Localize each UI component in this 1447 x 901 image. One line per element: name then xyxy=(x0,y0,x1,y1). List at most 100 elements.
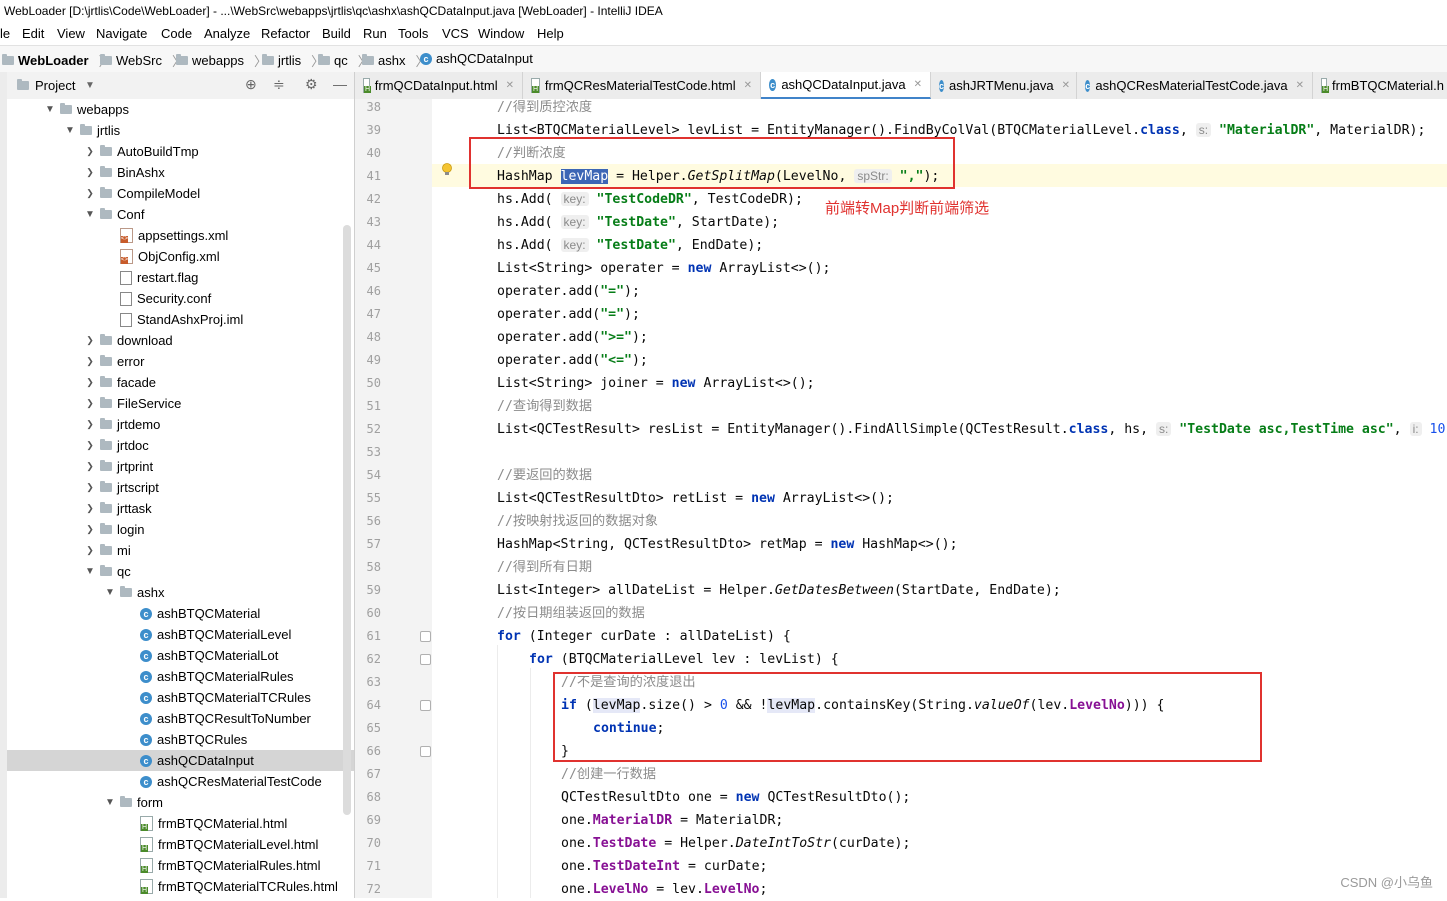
code-line[interactable]: //要返回的数据 xyxy=(497,464,592,487)
code-line[interactable]: operater.add("="); xyxy=(497,303,640,326)
code-line[interactable]: hs.Add( key: "TestCodeDR", TestCodeDR); xyxy=(497,188,803,211)
tree-item[interactable]: ❯ jrtscript xyxy=(7,477,354,498)
menu-tools[interactable]: Tools xyxy=(398,26,428,41)
chevron-right-icon[interactable]: ❯ xyxy=(83,461,97,472)
tab-frmbtqcmaterial[interactable]: frmBTQCMaterial.h xyxy=(1313,72,1447,99)
code-line[interactable]: List<QCTestResult> resList = EntityManag… xyxy=(497,418,1445,441)
menu-navigate[interactable]: Navigate xyxy=(96,26,147,41)
tree-item[interactable]: ▼ ashx xyxy=(7,582,354,603)
tree-item[interactable]: ❯ CompileModel xyxy=(7,183,354,204)
menu-vcs[interactable]: VCS xyxy=(442,26,469,41)
collapse-all-icon[interactable]: ≑ xyxy=(273,76,285,93)
breadcrumb-item-webloader[interactable]: WebLoader〉 xyxy=(2,51,112,70)
tree-item[interactable]: c ashQCDataInput xyxy=(7,750,354,771)
tree-item[interactable]: c ashBTQCMaterialLot xyxy=(7,645,354,666)
menu-file[interactable]: le xyxy=(0,26,10,41)
tree-item[interactable]: frmBTQCMaterialRules.html xyxy=(7,855,354,876)
code-line[interactable]: List<String> operater = new ArrayList<>(… xyxy=(497,257,830,280)
chevron-down-icon[interactable]: ▼ xyxy=(83,566,97,577)
close-icon[interactable]: ✕ xyxy=(1062,80,1070,91)
chevron-down-icon[interactable]: ▼ xyxy=(103,587,117,598)
tree-item[interactable]: c ashBTQCMaterialLevel xyxy=(7,624,354,645)
menu-window[interactable]: Window xyxy=(478,26,524,41)
code-line[interactable]: //查询得到数据 xyxy=(497,395,592,418)
code-line[interactable]: hs.Add( key: "TestDate", EndDate); xyxy=(497,234,763,257)
tree-item[interactable]: ❯ facade xyxy=(7,372,354,393)
tab-ashqcdatainput[interactable]: c ashQCDataInput.java ✕ xyxy=(761,72,931,99)
menu-edit[interactable]: Edit xyxy=(22,26,44,41)
chevron-right-icon[interactable]: ❯ xyxy=(83,440,97,451)
chevron-right-icon[interactable]: ❯ xyxy=(83,356,97,367)
menu-help[interactable]: Help xyxy=(537,26,564,41)
target-icon[interactable]: ⊕ xyxy=(245,76,257,93)
tab-ashqcresmaterialtestcode[interactable]: c ashQCResMaterialTestCode.java ✕ xyxy=(1077,72,1313,99)
tree-item[interactable]: ❯ jrtprint xyxy=(7,456,354,477)
menu-code[interactable]: Code xyxy=(161,26,192,41)
tree-item[interactable]: ▼ qc xyxy=(7,561,354,582)
tree-item[interactable]: c ashBTQCResultToNumber xyxy=(7,708,354,729)
tree-item[interactable]: frmBTQCMaterialLevel.html xyxy=(7,834,354,855)
code-line[interactable]: List<String> joiner = new ArrayList<>(); xyxy=(497,372,815,395)
tree-item[interactable]: ObjConfig.xml xyxy=(7,246,354,267)
tree-item[interactable]: ▼ jrtlis xyxy=(7,120,354,141)
chevron-right-icon[interactable]: ❯ xyxy=(83,335,97,346)
fold-marker-icon[interactable] xyxy=(420,746,431,757)
chevron-right-icon[interactable]: ❯ xyxy=(83,419,97,430)
chevron-right-icon[interactable]: ❯ xyxy=(83,503,97,514)
chevron-right-icon[interactable]: ❯ xyxy=(83,398,97,409)
tree-item[interactable]: c ashBTQCRules xyxy=(7,729,354,750)
breadcrumb-item-webapps[interactable]: webapps 〉 xyxy=(176,51,267,70)
tree-item[interactable]: Security.conf xyxy=(7,288,354,309)
code-line[interactable]: //按日期组装返回的数据 xyxy=(497,602,645,625)
code-line[interactable]: for (BTQCMaterialLevel lev : levList) { xyxy=(529,648,839,671)
menu-build[interactable]: Build xyxy=(322,26,351,41)
breadcrumb-item-jrtlis[interactable]: jrtlis〉 xyxy=(262,51,324,70)
project-panel-title[interactable]: Project xyxy=(35,78,75,93)
menu-run[interactable]: Run xyxy=(363,26,387,41)
code-line[interactable]: //创建一行数据 xyxy=(561,763,656,786)
tree-item[interactable]: ▼ form xyxy=(7,792,354,813)
tree-item[interactable]: frmBTQCMaterialTCRules.html xyxy=(7,876,354,897)
tree-item[interactable]: ❯ jrtdoc xyxy=(7,435,354,456)
tree-item[interactable]: ▼ webapps xyxy=(7,99,354,120)
code-line[interactable]: one.MaterialDR = MaterialDR; xyxy=(561,809,783,832)
close-icon[interactable]: ✕ xyxy=(914,79,922,90)
tree-scrollbar[interactable] xyxy=(343,225,351,815)
tree-item[interactable]: ❯ jrttask xyxy=(7,498,354,519)
tree-item[interactable]: appsettings.xml xyxy=(7,225,354,246)
code-line[interactable]: List<Integer> allDateList = Helper.GetDa… xyxy=(497,579,1061,602)
chevron-down-icon[interactable]: ▼ xyxy=(83,209,97,220)
code-line[interactable]: operater.add("="); xyxy=(497,280,640,303)
tab-frmqcresmaterialtestcode[interactable]: frmQCResMaterialTestCode.html✕ xyxy=(523,72,761,99)
code-line[interactable]: hs.Add( key: "TestDate", StartDate); xyxy=(497,211,779,234)
tree-item[interactable]: frmBTQCMaterial.html xyxy=(7,813,354,834)
tab-ashjrtmenu[interactable]: c ashJRTMenu.java ✕ xyxy=(931,72,1077,99)
close-icon[interactable]: ✕ xyxy=(1296,80,1304,91)
breadcrumb-item-websrc[interactable]: WebSrc〉 xyxy=(100,51,185,70)
tab-frmqcdatainput[interactable]: frmQCDataInput.html✕ xyxy=(355,72,523,99)
chevron-right-icon[interactable]: ❯ xyxy=(83,545,97,556)
chevron-right-icon[interactable]: ❯ xyxy=(83,167,97,178)
menu-refactor[interactable]: Refactor xyxy=(261,26,310,41)
code-line[interactable]: one.TestDateInt = curDate; xyxy=(561,855,767,878)
code-line[interactable]: one.TestDate = Helper.DateIntToStr(curDa… xyxy=(561,832,910,855)
chevron-right-icon[interactable]: ❯ xyxy=(83,188,97,199)
code-line[interactable]: //按映射找返回的数据对象 xyxy=(497,510,658,533)
tree-item[interactable]: ❯ download xyxy=(7,330,354,351)
code-line[interactable]: //得到所有日期 xyxy=(497,556,592,579)
menu-analyze[interactable]: Analyze xyxy=(204,26,250,41)
code-line[interactable]: //得到质控浓度 xyxy=(497,96,592,119)
close-icon[interactable]: ✕ xyxy=(506,80,514,91)
fold-marker-icon[interactable] xyxy=(420,700,431,711)
tree-item[interactable]: c ashBTQCMaterialTCRules xyxy=(7,687,354,708)
lightbulb-icon[interactable] xyxy=(441,163,453,177)
tree-item[interactable]: ▼ Conf xyxy=(7,204,354,225)
code-line[interactable]: operater.add("<="); xyxy=(497,349,648,372)
chevron-right-icon[interactable]: ❯ xyxy=(83,377,97,388)
tree-item[interactable]: ❯ BinAshx xyxy=(7,162,354,183)
menu-view[interactable]: View xyxy=(57,26,85,41)
tree-item[interactable]: c ashBTQCMaterial xyxy=(7,603,354,624)
tree-item[interactable]: c ashBTQCMaterialRules xyxy=(7,666,354,687)
tree-item[interactable]: ❯ jrtdemo xyxy=(7,414,354,435)
gear-icon[interactable]: ⚙ xyxy=(305,76,318,93)
